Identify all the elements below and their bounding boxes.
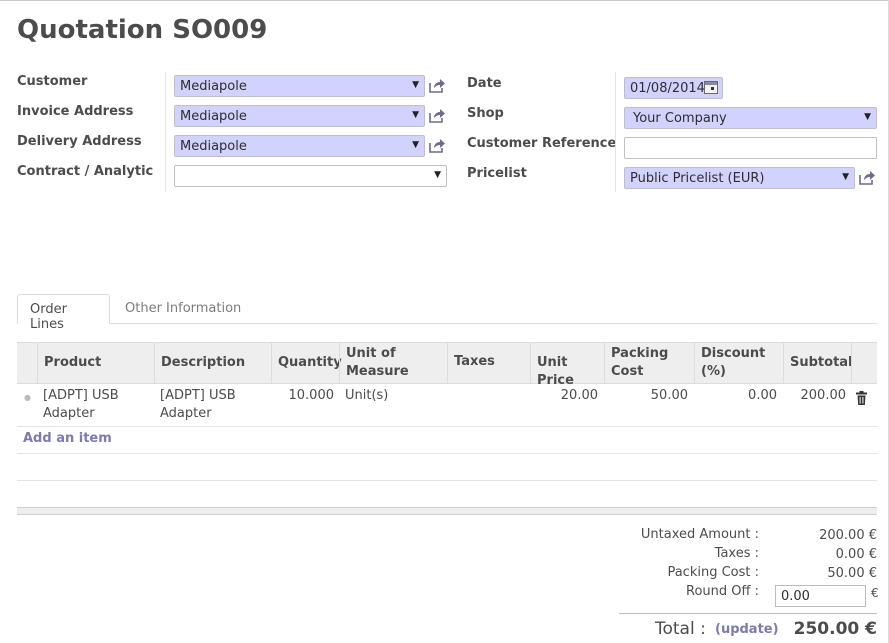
page-title: Quotation SO009 [17,15,268,45]
row-product[interactable]: [ADPT] USB Adapter [43,387,151,423]
dropdown-arrow-icon: ▼ [412,140,419,150]
tab-order-lines[interactable]: Order Lines [17,294,110,332]
packing-cost-value: 50.00 € [827,566,877,581]
external-link-icon[interactable] [858,170,876,186]
contract-analytic-select[interactable]: ▼ [174,165,447,187]
round-off-label: Round Off : [686,584,759,599]
column-header-product: Product [37,343,154,383]
taxes-value: 0.00 € [835,547,877,562]
right-column-separator [615,72,616,192]
shop-select[interactable]: Your Company ▼ [624,107,877,129]
customer-value: Mediapole [180,79,247,94]
column-header-discount: Discount (%) [694,343,783,383]
pricelist-select[interactable]: Public Pricelist (EUR) ▼ [624,167,855,189]
dropdown-arrow-icon: ▼ [434,170,441,180]
date-label: Date [467,76,502,91]
row-description[interactable]: [ADPT] USB Adapter [160,387,268,423]
column-header-quantity: Quantity [271,343,342,383]
column-header-packing-cost: Packing Cost [604,343,694,383]
row-discount[interactable]: 0.00 [694,387,777,405]
dropdown-arrow-icon: ▼ [412,110,419,120]
column-header-unit-price: Unit Price [530,343,604,388]
taxes-label: Taxes : [714,546,759,561]
round-off-currency: € [871,586,879,600]
delivery-address-label: Delivery Address [17,134,142,149]
trash-icon[interactable] [856,391,867,405]
dropdown-arrow-icon: ▼ [842,172,849,182]
external-link-icon[interactable] [428,138,446,154]
row-divider [17,426,877,427]
customer-label: Customer [17,74,88,89]
invoice-address-value: Mediapole [180,109,247,124]
external-link-icon[interactable] [428,108,446,124]
shop-value: Your Company [633,111,727,126]
column-header-actions [851,343,877,383]
row-quantity[interactable]: 10.000 [272,387,335,405]
dropdown-arrow-icon: ▼ [864,112,871,122]
untaxed-amount-label: Untaxed Amount : [640,527,759,542]
row-subtotal[interactable]: 200.00 [783,387,847,405]
total-label: Total : [655,619,706,639]
total-divider [619,613,877,614]
external-link-icon[interactable] [428,78,446,94]
customer-reference-label: Customer Reference [467,136,617,151]
dropdown-arrow-icon: ▼ [412,80,419,90]
column-header-subtotal: Subtotal [783,343,853,383]
column-header-unit-of-measure: Unit of Measure [339,343,447,383]
calendar-icon[interactable] [704,81,718,94]
tab-other-information[interactable]: Other Information [113,294,253,324]
invoice-address-label: Invoice Address [17,104,134,119]
untaxed-amount-value: 200.00 € [819,528,877,543]
window-top-border [0,0,889,1]
delivery-address-select[interactable]: Mediapole ▼ [174,135,425,157]
round-off-input[interactable]: 0.00 [775,585,866,607]
invoice-address-select[interactable]: Mediapole ▼ [174,105,425,127]
customer-select[interactable]: Mediapole ▼ [174,75,425,97]
row-packing-cost[interactable]: 50.00 [604,387,688,405]
row-divider [17,480,877,481]
row-uom[interactable]: Unit(s) [345,387,441,405]
add-item-link[interactable]: Add an item [23,431,112,446]
delivery-address-value: Mediapole [180,139,247,154]
total-value: 250.00 € [793,619,877,639]
row-handle-icon: ● [24,393,31,402]
column-header-taxes: Taxes [447,343,530,383]
pricelist-label: Pricelist [467,166,527,181]
row-unit-price[interactable]: 20.00 [530,387,598,405]
row-divider [17,453,877,454]
customer-reference-input[interactable] [624,137,877,159]
shop-label: Shop [467,106,504,121]
order-lines-header: Product Description Quantity Unit of Mea… [17,342,877,388]
left-column-separator [165,72,166,192]
pricelist-value: Public Pricelist (EUR) [630,171,765,186]
update-link[interactable]: (update) [715,622,779,637]
column-header-description: Description [154,343,271,383]
packing-cost-label: Packing Cost : [667,565,759,580]
contract-analytic-label: Contract / Analytic [17,164,154,179]
date-field[interactable]: 01/08/2014 [624,77,723,99]
table-footer [17,507,877,515]
date-value: 01/08/2014 [630,81,705,96]
